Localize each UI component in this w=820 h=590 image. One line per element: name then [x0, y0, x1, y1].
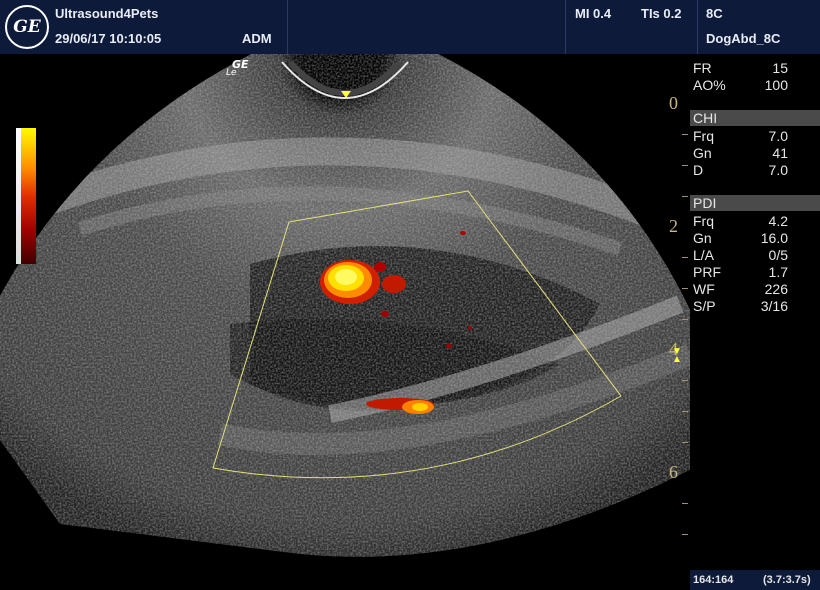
operator: ADM	[242, 31, 272, 46]
depth-label: 2	[669, 216, 678, 236]
depth-tick	[682, 257, 688, 258]
depth-tick	[682, 288, 688, 289]
param-row: Frq 4.2	[693, 213, 788, 229]
param-row: Gn 16.0	[693, 230, 788, 246]
cine-frame-count: 164:164	[693, 574, 734, 586]
param-row: WF 226	[693, 281, 788, 297]
ultrasound-image	[0, 54, 690, 557]
cine-time: (3.7:3.7s)	[763, 574, 811, 586]
depth-tick	[682, 503, 688, 504]
focus-marker-icon: ▼ ▲	[672, 346, 682, 365]
param-row: D 7.0	[693, 162, 788, 178]
param-row: S/P 3/16	[693, 298, 788, 314]
param-row: Gn 41	[693, 145, 788, 161]
thermal-index: TIs 0.2	[641, 6, 682, 21]
chi-section-title: CHI	[690, 110, 820, 126]
depth-tick	[682, 534, 688, 535]
preset-name: DogAbd_8C	[706, 31, 781, 46]
colorbar-greyscale-strip	[16, 128, 21, 264]
ge-logo: GE	[5, 5, 49, 49]
depth-tick	[682, 411, 688, 412]
datetime: 29/06/17 10:10:05	[55, 31, 162, 46]
depth-tick	[682, 442, 688, 443]
depth-tick	[682, 165, 688, 166]
pdi-section-title: PDI	[690, 195, 820, 211]
header-bar: GE Ultrasound4Pets 29/06/17 10:10:05 ADM…	[0, 0, 820, 54]
mechanical-index: MI 0.4	[575, 6, 612, 21]
tissue-sector	[0, 54, 690, 557]
param-row: AO% 100	[693, 77, 788, 93]
probe-submark: Le	[226, 68, 237, 78]
depth-label: 0	[669, 93, 678, 113]
depth-tick	[682, 319, 688, 320]
station-name: Ultrasound4Pets	[55, 6, 159, 21]
param-row: L/A 0/5	[693, 247, 788, 263]
depth-tick	[682, 134, 688, 135]
depth-tick	[682, 196, 688, 197]
probe-name: 8C	[706, 6, 723, 21]
depth-tick	[682, 380, 688, 381]
param-row: FR 15	[693, 60, 788, 76]
param-row: Frq 7.0	[693, 128, 788, 144]
cine-footer[interactable]: 164:164 (3.7:3.7s)	[690, 570, 820, 590]
header-cell-blank	[287, 0, 566, 54]
depth-label: 6	[669, 462, 678, 482]
param-row: PRF 1.7	[693, 264, 788, 280]
